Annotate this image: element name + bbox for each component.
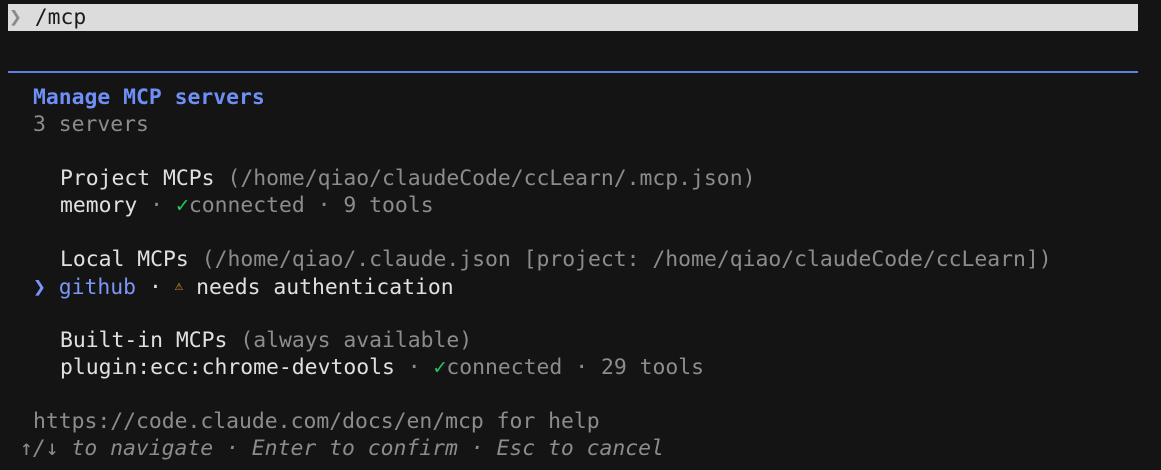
group-path: (always available) [240,328,473,353]
help-link[interactable]: https://code.claude.com/docs/en/mcp for … [33,408,600,435]
server-name: github [58,275,137,300]
status-text: connected [188,193,305,218]
server-item-memory[interactable]: memory · ✓connected · 9 tools [60,192,434,219]
key-hints: ↑/↓ to navigate · Enter to confirm · Esc… [20,436,664,461]
separator: · [407,355,421,380]
warning-icon: ⚠ [174,278,184,294]
separator: · [148,275,162,300]
separator: · [575,355,589,380]
group-path: (/home/qiao/.claude.json [project: /home… [201,247,1052,272]
server-count: 3 servers [33,112,149,137]
server-name: plugin:ecc:chrome-devtools [60,355,395,380]
status-text: connected [446,355,563,380]
group-header-project: Project MCPs (/home/qiao/claudeCode/ccLe… [60,165,755,192]
server-item-github[interactable]: ❯ github · ⚠ needs authentication [33,273,454,300]
command-text: /mcp [34,5,87,30]
tool-count: 9 tools [343,193,434,218]
separator: · [317,193,331,218]
server-name: memory [60,193,138,218]
check-icon: ✓ [175,193,189,218]
panel-title: Manage MCP servers [33,85,265,110]
group-label: Local MCPs [60,247,189,272]
separator: · [150,193,164,218]
selection-cursor-icon: ❯ [33,275,46,300]
status-text: needs authentication [196,275,454,300]
check-icon: ✓ [433,355,447,380]
divider [8,71,1138,73]
group-path: (/home/qiao/claudeCode/ccLearn/.mcp.json… [227,166,756,191]
group-header-builtin: Built-in MCPs (always available) [60,327,472,354]
prompt-chevron-icon: ❯ [9,5,22,30]
group-header-local: Local MCPs (/home/qiao/.claude.json [pro… [60,246,1052,273]
server-item-chrome-devtools[interactable]: plugin:ecc:chrome-devtools · ✓connected … [60,354,704,381]
group-label: Built-in MCPs [60,328,228,353]
tool-count: 29 tools [600,355,705,380]
command-input[interactable]: ❯ /mcp [8,4,1138,31]
group-label: Project MCPs [60,166,215,191]
